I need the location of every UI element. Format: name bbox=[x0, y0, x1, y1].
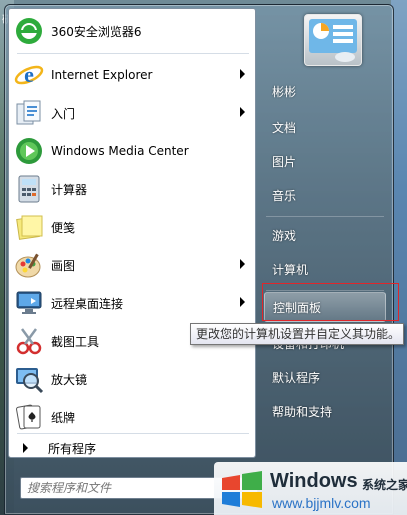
solitaire-icon bbox=[13, 401, 45, 433]
program-label: Internet Explorer bbox=[51, 68, 153, 82]
places-pictures[interactable]: 图片 bbox=[264, 146, 386, 176]
site-watermark: Windows 系统之家 www.bjjmlv.com bbox=[214, 462, 407, 515]
all-programs-label: 所有程序 bbox=[48, 441, 97, 456]
program-label: 360安全浏览器6 bbox=[51, 24, 142, 39]
places-documents[interactable]: 文档 bbox=[264, 112, 386, 142]
control-panel-tooltip: 更改您的计算机设置并自定义其功能。 bbox=[190, 323, 404, 345]
program-label: 入门 bbox=[51, 106, 76, 121]
places-default-programs[interactable]: 默认程序 bbox=[264, 362, 386, 392]
program-label: 截图工具 bbox=[51, 334, 100, 349]
paint-icon bbox=[13, 249, 45, 281]
program-solitaire[interactable]: 纸牌 bbox=[11, 399, 253, 435]
360-browser-icon bbox=[13, 15, 45, 47]
getting-started-icon bbox=[13, 97, 45, 129]
snipping-tool-icon bbox=[13, 325, 45, 357]
places-user-folder[interactable]: 彬彬 bbox=[264, 76, 386, 106]
submenu-arrow-icon bbox=[240, 259, 245, 269]
highlight-box bbox=[262, 283, 399, 321]
program-label: 便笺 bbox=[51, 220, 76, 235]
submenu-arrow-icon bbox=[240, 297, 245, 307]
svg-text:e: e bbox=[24, 62, 34, 87]
user-picture[interactable] bbox=[304, 14, 362, 66]
places-games[interactable]: 游戏 bbox=[264, 220, 386, 250]
separator bbox=[17, 433, 249, 434]
places-music[interactable]: 音乐 bbox=[264, 180, 386, 210]
program-label: 放大镜 bbox=[51, 372, 88, 387]
media-center-icon bbox=[13, 135, 45, 167]
program-label: Windows Media Center bbox=[51, 144, 189, 158]
program-paint[interactable]: 画图 bbox=[11, 247, 253, 283]
program-magnifier[interactable]: 放大镜 bbox=[11, 361, 253, 397]
user-picture-icon bbox=[309, 19, 357, 62]
all-programs-arrow-icon bbox=[23, 443, 28, 453]
program-label: 纸牌 bbox=[51, 410, 76, 425]
submenu-arrow-icon bbox=[240, 107, 245, 117]
sticky-notes-icon bbox=[13, 211, 45, 243]
magnifier-icon bbox=[13, 363, 45, 395]
separator bbox=[266, 216, 384, 217]
program-calculator[interactable]: 计算器 bbox=[11, 171, 253, 207]
internet-explorer-icon: e bbox=[13, 59, 45, 91]
program-360-browser[interactable]: 360安全浏览器6 bbox=[11, 13, 253, 49]
watermark-url: www.bjjmlv.com bbox=[272, 495, 371, 511]
places-pane: 彬彬 文档 图片 音乐 游戏 计算机 控制面板 设备和打印机 默认程序 帮助和支… bbox=[258, 8, 390, 478]
places-computer[interactable]: 计算机 bbox=[264, 254, 386, 284]
program-label: 远程桌面连接 bbox=[51, 296, 124, 311]
programs-pane: 360安全浏览器6 e Internet Explorer 入门 Windows… bbox=[8, 8, 256, 458]
all-programs-button[interactable]: 所有程序 bbox=[11, 437, 253, 459]
program-media-center[interactable]: Windows Media Center bbox=[11, 133, 253, 169]
watermark-subtitle: 系统之家 bbox=[362, 478, 407, 492]
watermark-title: Windows bbox=[270, 470, 358, 492]
separator bbox=[17, 53, 249, 54]
program-label: 计算器 bbox=[51, 182, 88, 197]
submenu-arrow-icon bbox=[240, 69, 245, 79]
program-internet-explorer[interactable]: e Internet Explorer bbox=[11, 57, 253, 93]
program-remote-desktop[interactable]: 远程桌面连接 bbox=[11, 285, 253, 321]
places-help-support[interactable]: 帮助和支持 bbox=[264, 396, 386, 426]
program-label: 画图 bbox=[51, 258, 76, 273]
remote-desktop-icon bbox=[13, 287, 45, 319]
calculator-icon bbox=[13, 173, 45, 205]
windows-logo-icon bbox=[220, 470, 264, 511]
program-getting-started[interactable]: 入门 bbox=[11, 95, 253, 131]
program-sticky-notes[interactable]: 便笺 bbox=[11, 209, 253, 245]
